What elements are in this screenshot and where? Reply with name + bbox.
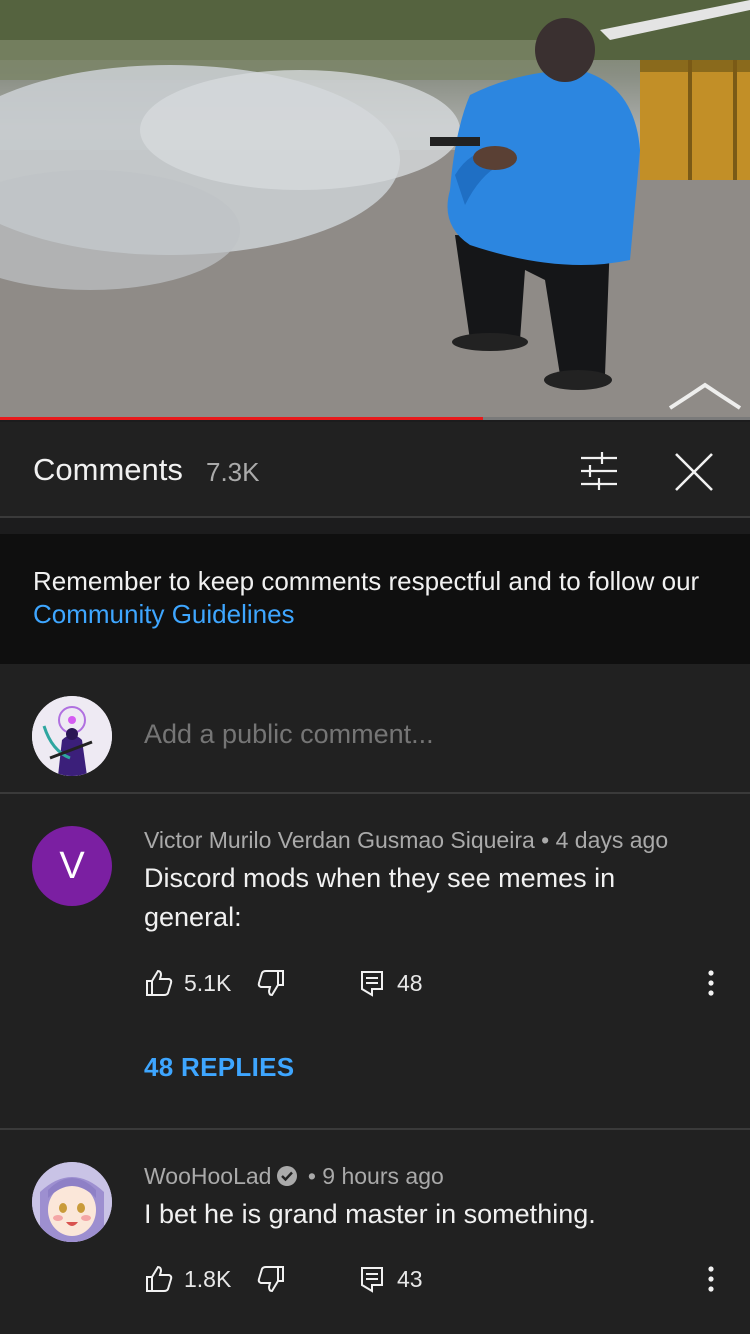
notice-message: Remember to keep comments respectful and… (33, 566, 700, 596)
comments-count: 7.3K (206, 457, 260, 487)
close-comments-button[interactable] (668, 446, 720, 498)
more-vert-icon (708, 970, 714, 996)
avatar-image (32, 696, 112, 776)
video-frame (0, 0, 750, 420)
like-button[interactable]: 1.8K (144, 1259, 231, 1299)
video-progress-fill (0, 417, 483, 420)
add-comment-input[interactable] (144, 719, 704, 750)
comment-time: 9 hours ago (322, 1163, 444, 1189)
thumbs-up-icon (146, 969, 173, 996)
add-comment-row (0, 664, 750, 794)
reply-button[interactable]: 48 (359, 963, 423, 1003)
sort-filter-button[interactable] (573, 446, 623, 496)
thumbs-down-icon (257, 1266, 284, 1293)
comment-text: Discord mods when they see memes in gene… (144, 863, 616, 932)
user-avatar (32, 696, 112, 776)
avatar-image (32, 1162, 112, 1242)
like-count: 5.1K (184, 969, 232, 996)
more-vert-icon (708, 1266, 714, 1292)
reply-count: 48 (397, 969, 423, 996)
more-options-button[interactable] (704, 963, 718, 1003)
comment-actions: 1.8K 43 (144, 1259, 734, 1299)
reply-count: 43 (397, 1265, 423, 1292)
comment-item: V Victor Murilo Verdan Gusmao Siqueira •… (0, 794, 750, 1130)
comments-title: Comments (33, 452, 183, 487)
comment-meta: Victor Murilo Verdan Gusmao Siqueira • 4… (144, 827, 668, 854)
reply-icon (361, 1267, 383, 1293)
community-guidelines-link[interactable]: Community Guidelines (33, 599, 295, 629)
thumbs-down-icon (257, 970, 284, 997)
commenter-avatar[interactable] (32, 1162, 112, 1242)
reply-button[interactable]: 43 (359, 1259, 423, 1299)
community-guidelines-notice: Remember to keep comments respectful and… (0, 534, 750, 664)
thumbs-up-icon (146, 1265, 173, 1292)
meta-separator: • (541, 827, 550, 853)
comment-text: I bet he is grand master in something. (144, 1199, 596, 1229)
avatar-letter: V (59, 844, 85, 887)
comment-author[interactable]: WooHooLad (144, 1163, 271, 1189)
video-progress-bar[interactable] (0, 417, 750, 420)
dislike-button[interactable] (256, 1259, 286, 1299)
comment-author[interactable]: Victor Murilo Verdan Gusmao Siqueira (144, 827, 535, 853)
close-icon (675, 453, 713, 491)
comment-meta: WooHooLad • 9 hours ago (144, 1163, 444, 1190)
like-button[interactable]: 5.1K (144, 963, 231, 1003)
view-replies-button[interactable]: 48 REPLIES (144, 1052, 294, 1083)
reply-icon (361, 971, 383, 997)
comment-item: WooHooLad • 9 hours ago I bet he is gran… (0, 1130, 750, 1334)
comment-actions: 5.1K 48 (144, 963, 734, 1003)
verified-badge-icon (277, 1166, 298, 1186)
more-options-button[interactable] (704, 1259, 718, 1299)
commenter-avatar[interactable]: V (32, 826, 112, 906)
sliders-icon (581, 452, 617, 490)
like-count: 1.8K (184, 1265, 232, 1292)
dislike-button[interactable] (256, 963, 286, 1003)
comments-header: Comments 7.3K (0, 422, 750, 518)
video-player[interactable] (0, 0, 750, 420)
notice-text: Remember to keep comments respectful and… (33, 565, 723, 631)
comment-time: 4 days ago (555, 827, 669, 853)
meta-separator: • (307, 1163, 316, 1189)
